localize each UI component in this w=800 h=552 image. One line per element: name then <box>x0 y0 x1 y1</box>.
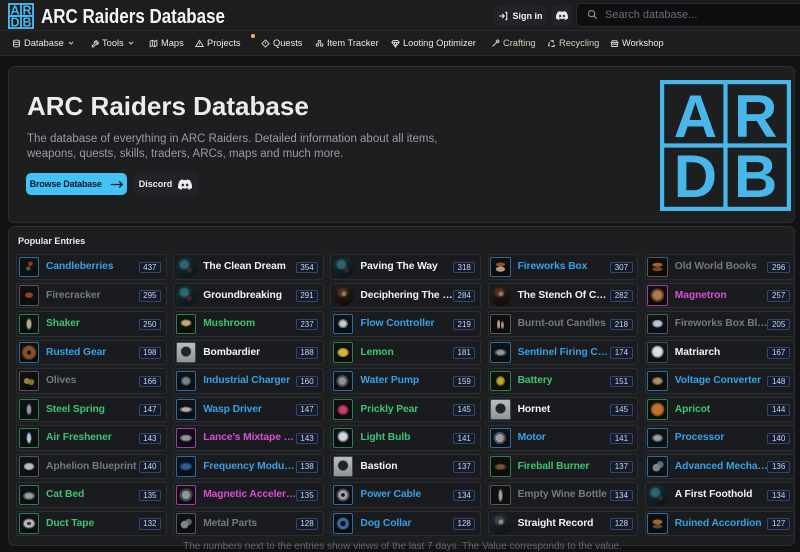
svg-text:B: B <box>734 143 777 210</box>
svg-text:D: D <box>11 15 20 29</box>
svg-text:D: D <box>674 143 717 210</box>
svg-text:A: A <box>674 83 717 150</box>
svg-text:R: R <box>734 83 777 150</box>
svg-text:B: B <box>22 15 31 29</box>
